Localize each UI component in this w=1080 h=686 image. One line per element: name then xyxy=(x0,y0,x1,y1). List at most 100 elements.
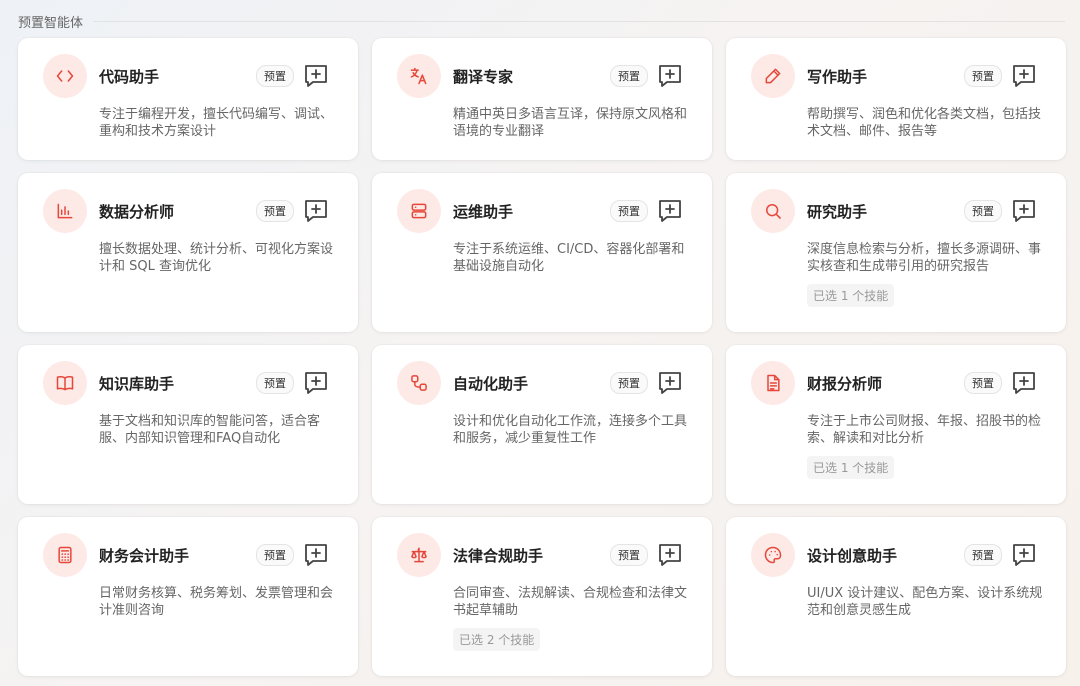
preset-badge: 预置 xyxy=(256,544,294,566)
agent-avatar xyxy=(751,54,795,98)
new-chat-button[interactable] xyxy=(656,62,684,90)
book-icon xyxy=(56,375,74,391)
agent-card-5[interactable]: 运维助手 预置 专注于系统运维、CI/CD、容器化部署和基础设施自动化 xyxy=(372,173,712,332)
agent-card-6[interactable]: 研究助手 预置 深度信息检索与分析，擅长多源调研、事实核查和生成带引用的研究报告… xyxy=(726,173,1066,332)
preset-badge: 预置 xyxy=(964,200,1002,222)
preset-badge: 预置 xyxy=(256,372,294,394)
agent-title: 法律合规助手 xyxy=(453,546,544,565)
chat-plus-icon xyxy=(305,65,327,87)
chat-plus-icon xyxy=(659,544,681,566)
agent-card-12[interactable]: 设计创意助手 预置 UI/UX 设计建议、配色方案、设计系统规范和创意灵感生成 xyxy=(726,517,1066,676)
agent-avatar xyxy=(751,189,795,233)
agent-card-1[interactable]: 代码助手 预置 专注于编程开发，擅长代码编写、调试、重构和技术方案设计 xyxy=(18,38,358,160)
new-chat-button[interactable] xyxy=(1010,369,1038,397)
new-chat-button[interactable] xyxy=(656,369,684,397)
agent-description: 专注于系统运维、CI/CD、容器化部署和基础设施自动化 xyxy=(453,242,685,274)
preset-badge: 预置 xyxy=(964,65,1002,87)
agent-description: 设计和优化自动化工作流，连接多个工具和服务，减少重复性工作 xyxy=(453,414,688,446)
chat-plus-icon xyxy=(1013,200,1035,222)
agent-description: 基于文档和知识库的智能问答，适合客服、内部知识管理和FAQ自动化 xyxy=(99,414,321,446)
scale-icon xyxy=(411,547,427,563)
chat-plus-icon xyxy=(1013,544,1035,566)
agent-avatar xyxy=(751,533,795,577)
agent-title: 财报分析师 xyxy=(807,374,883,393)
new-chat-button[interactable] xyxy=(302,369,330,397)
agent-avatar xyxy=(43,54,87,98)
new-chat-button[interactable] xyxy=(656,197,684,225)
section-title: 预置智能体 xyxy=(18,15,84,31)
agent-title: 财务会计助手 xyxy=(99,546,190,565)
divider xyxy=(93,20,1065,22)
translate-icon xyxy=(410,67,427,85)
agent-title: 数据分析师 xyxy=(99,202,175,221)
preset-badge: 预置 xyxy=(610,65,648,87)
agent-card-11[interactable]: 法律合规助手 预置 合同审查、法规解读、合规检查和法律文书起草辅助 已选 2 个… xyxy=(372,517,712,676)
agent-card-9[interactable]: 财报分析师 预置 专注于上市公司财报、年报、招股书的检索、解读和对比分析 已选 … xyxy=(726,345,1066,504)
code-icon xyxy=(56,70,74,82)
agent-description: 专注于上市公司财报、年报、招股书的检索、解读和对比分析 xyxy=(807,414,1042,446)
new-chat-button[interactable] xyxy=(1010,197,1038,225)
agent-avatar xyxy=(43,533,87,577)
agent-avatar xyxy=(397,189,441,233)
agent-avatar xyxy=(397,54,441,98)
agent-description: 深度信息检索与分析，擅长多源调研、事实核查和生成带引用的研究报告 xyxy=(807,242,1042,274)
search-icon xyxy=(766,204,781,219)
workflow-icon xyxy=(411,375,427,391)
selected-skills-tag: 已选 2 个技能 xyxy=(453,628,541,651)
agent-title: 代码助手 xyxy=(99,67,160,86)
new-chat-button[interactable] xyxy=(1010,62,1038,90)
agent-description: 帮助撰写、润色和优化各类文档，包括技术文档、邮件、报告等 xyxy=(807,107,1042,139)
agent-description: 日常财务核算、税务筹划、发票管理和会计准则咨询 xyxy=(99,586,334,618)
preset-badge: 预置 xyxy=(256,65,294,87)
agent-card-10[interactable]: 财务会计助手 预置 日常财务核算、税务筹划、发票管理和会计准则咨询 xyxy=(18,517,358,676)
chat-plus-icon xyxy=(305,544,327,566)
agent-avatar xyxy=(751,361,795,405)
preset-badge: 预置 xyxy=(256,200,294,222)
calculator-icon xyxy=(58,546,72,564)
agent-card-8[interactable]: 自动化助手 预置 设计和优化自动化工作流，连接多个工具和服务，减少重复性工作 xyxy=(372,345,712,504)
palette-icon xyxy=(764,546,782,564)
agent-title: 翻译专家 xyxy=(453,67,514,86)
agent-description: UI/UX 设计建议、配色方案、设计系统规范和创意灵感生成 xyxy=(807,586,1043,618)
agent-title: 运维助手 xyxy=(453,202,514,221)
agent-description: 专注于编程开发，擅长代码编写、调试、重构和技术方案设计 xyxy=(99,107,334,139)
agent-card-2[interactable]: 翻译专家 预置 精通中英日多语言互译，保持原文风格和语境的专业翻译 xyxy=(372,38,712,160)
new-chat-button[interactable] xyxy=(302,541,330,569)
new-chat-button[interactable] xyxy=(656,541,684,569)
chat-plus-icon xyxy=(305,200,327,222)
agent-description: 擅长数据处理、统计分析、可视化方案设计和 SQL 查询优化 xyxy=(99,242,334,274)
agent-title: 写作助手 xyxy=(807,67,868,86)
agent-title: 自动化助手 xyxy=(453,374,529,393)
server-icon xyxy=(411,203,427,219)
section-header: 预置智能体 xyxy=(18,12,1065,31)
agent-title: 研究助手 xyxy=(807,202,868,221)
agent-card-4[interactable]: 数据分析师 预置 擅长数据处理、统计分析、可视化方案设计和 SQL 查询优化 xyxy=(18,173,358,332)
preset-badge: 预置 xyxy=(610,372,648,394)
new-chat-button[interactable] xyxy=(302,62,330,90)
agent-avatar xyxy=(43,361,87,405)
agent-grid: 代码助手 预置 专注于编程开发，擅长代码编写、调试、重构和技术方案设计 翻译专家… xyxy=(18,38,1066,676)
agent-title: 知识库助手 xyxy=(99,374,175,393)
preset-badge: 预置 xyxy=(964,372,1002,394)
agent-card-3[interactable]: 写作助手 预置 帮助撰写、润色和优化各类文档，包括技术文档、邮件、报告等 xyxy=(726,38,1066,160)
chat-plus-icon xyxy=(659,372,681,394)
report-icon xyxy=(767,374,780,392)
chat-plus-icon xyxy=(305,372,327,394)
new-chat-button[interactable] xyxy=(302,197,330,225)
preset-badge: 预置 xyxy=(610,544,648,566)
new-chat-button[interactable] xyxy=(1010,541,1038,569)
agent-avatar xyxy=(43,189,87,233)
agent-avatar xyxy=(397,533,441,577)
agent-card-7[interactable]: 知识库助手 预置 基于文档和知识库的智能问答，适合客服、内部知识管理和FAQ自动… xyxy=(18,345,358,504)
chat-plus-icon xyxy=(659,200,681,222)
chat-plus-icon xyxy=(1013,65,1035,87)
agent-title: 设计创意助手 xyxy=(807,546,898,565)
pen-icon xyxy=(765,68,781,84)
chat-plus-icon xyxy=(1013,372,1035,394)
chat-plus-icon xyxy=(659,65,681,87)
preset-badge: 预置 xyxy=(610,200,648,222)
selected-skills-tag: 已选 1 个技能 xyxy=(807,284,895,307)
bar-chart-icon xyxy=(57,203,73,219)
selected-skills-tag: 已选 1 个技能 xyxy=(807,456,895,479)
preset-badge: 预置 xyxy=(964,544,1002,566)
